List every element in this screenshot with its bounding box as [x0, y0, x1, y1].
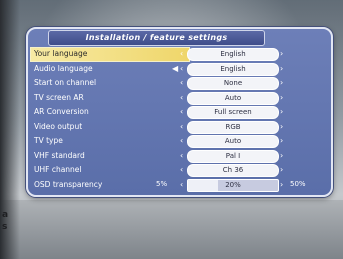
setting-value[interactable]: Ch 36: [187, 164, 279, 177]
setting-value[interactable]: Auto: [187, 135, 279, 148]
arrow-left-icon[interactable]: ‹: [180, 134, 183, 147]
setting-label: OSD transparency: [34, 179, 103, 189]
setting-label: TV screen AR: [34, 92, 84, 102]
setting-value[interactable]: English: [187, 48, 279, 61]
slider-max-label: 50%: [290, 179, 306, 188]
setting-value[interactable]: Pal I: [187, 149, 279, 163]
arrow-right-icon[interactable]: ›: [280, 76, 283, 89]
setting-label: VHF standard: [34, 150, 85, 160]
arrow-left-icon[interactable]: ‹: [180, 163, 183, 176]
setting-label: UHF channel: [34, 165, 82, 174]
arrow-left-icon[interactable]: ‹: [180, 120, 183, 133]
arrow-left-icon[interactable]: ‹: [180, 178, 183, 191]
arrow-left-icon[interactable]: ‹: [180, 149, 183, 162]
arrow-right-icon[interactable]: ›: [280, 163, 283, 176]
arrow-right-icon[interactable]: ›: [280, 62, 283, 75]
setting-label: Your language: [34, 49, 88, 58]
panel-title: Installation / feature settings: [48, 30, 265, 46]
background-text-fragment: s: [2, 222, 8, 232]
setting-row-tv-screen-ar[interactable]: TV screen AR ‹ Auto ›: [34, 91, 324, 106]
setting-row-ar-conversion[interactable]: AR Conversion ‹ Full screen ›: [34, 105, 324, 120]
setting-label: Audio language: [34, 63, 93, 73]
arrow-left-icon[interactable]: ‹: [180, 47, 183, 60]
arrow-right-icon[interactable]: ›: [280, 178, 283, 191]
arrow-right-icon[interactable]: ›: [280, 47, 283, 60]
arrow-right-icon[interactable]: ›: [280, 105, 283, 118]
background-text-fragment: a: [2, 210, 9, 220]
setting-row-start-on-channel[interactable]: Start on channel ‹ None ›: [34, 76, 324, 91]
settings-list: Your language ‹ English › Audio language…: [30, 47, 324, 193]
setting-row-osd-transparency[interactable]: OSD transparency 5% ‹ 20% › 50%: [34, 178, 324, 193]
setting-row-uhf-channel[interactable]: UHF channel ‹ Ch 36 ›: [34, 163, 324, 178]
setting-row-video-output[interactable]: Video output ‹ RGB ›: [34, 120, 324, 135]
setting-label: Video output: [34, 121, 83, 131]
setting-label: Start on channel: [34, 78, 97, 87]
arrow-right-icon[interactable]: ›: [280, 91, 283, 104]
transparency-slider[interactable]: 20%: [187, 178, 279, 192]
background-left-edge: [0, 0, 20, 259]
setting-row-vhf-standard[interactable]: VHF standard ‹ Pal I ›: [34, 149, 324, 164]
setting-value[interactable]: Auto: [187, 91, 279, 105]
setting-row-your-language[interactable]: Your language ‹ English ›: [30, 47, 324, 62]
arrow-left-icon[interactable]: ‹: [180, 62, 183, 75]
setting-value[interactable]: Full screen: [187, 106, 279, 119]
setting-label: AR Conversion: [34, 107, 89, 116]
arrow-left-icon[interactable]: ‹: [180, 91, 183, 104]
arrow-right-icon[interactable]: ›: [280, 134, 283, 147]
setting-value[interactable]: English: [187, 62, 279, 76]
slider-value: 20%: [225, 180, 241, 189]
setting-label: TV type: [34, 136, 63, 145]
slider-min-label: 5%: [156, 179, 168, 188]
arrow-left-icon[interactable]: ‹: [180, 105, 183, 118]
arrow-right-icon[interactable]: ›: [280, 149, 283, 162]
arrow-left-icon[interactable]: ‹: [180, 76, 183, 89]
setting-row-tv-type[interactable]: TV type ‹ Auto ›: [34, 134, 324, 149]
setting-value[interactable]: RGB: [187, 120, 279, 134]
background-ground: [0, 200, 343, 259]
setting-value[interactable]: None: [187, 77, 279, 90]
setting-row-audio-language[interactable]: Audio language ◀ ‹ English ›: [34, 62, 324, 77]
arrow-right-icon[interactable]: ›: [280, 120, 283, 133]
